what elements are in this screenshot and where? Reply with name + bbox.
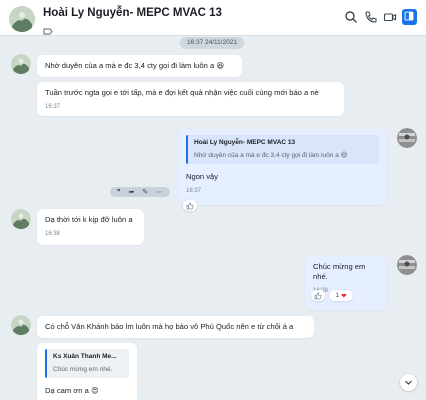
add-reaction-button[interactable] [183, 200, 197, 211]
phone-icon[interactable] [364, 10, 378, 24]
message-hover-actions: ❞ ➦ ✎ ⋯ [110, 187, 170, 197]
message-bubble-sent[interactable]: Chúc mừng em nhé. 16:38 [305, 256, 387, 310]
message-text: Ngon vậy [186, 172, 219, 181]
like-icon [186, 202, 194, 209]
message-text: Nhờ duyên của a mà e đc 3,4 cty gọi đi l… [45, 61, 215, 70]
message-text: Chúc mừng em nhé. [313, 262, 366, 281]
message-text: Tuần trước ngta gọi e tới tấp, mà e đợi … [45, 88, 319, 97]
quote-text: Chúc mừng em nhé. [53, 366, 113, 373]
label-icon[interactable] [43, 22, 53, 35]
message-list[interactable]: 16:37 24/11/2021 Nhờ duyên của a mà e đc… [0, 37, 426, 400]
message-bubble-received[interactable]: Dạ thời tới k kịp đỡ luôn a 16:38 [37, 209, 144, 245]
my-avatar[interactable] [397, 255, 417, 275]
message-time: 16:37 [186, 188, 202, 194]
quote-author: Ks Xuân Thanh Me... [53, 353, 117, 360]
message-time: 16:37 [45, 104, 61, 110]
reaction-count: 1 [335, 292, 340, 299]
message-time: 16:38 [45, 231, 61, 237]
contact-avatar[interactable] [9, 6, 35, 32]
reaction-summary[interactable]: 1 ❤ [329, 290, 353, 301]
message-text: Có chỗ Văn Khánh bảo lm luôn mà họ bảo v… [45, 322, 294, 331]
heart-icon: ❤ [341, 292, 347, 300]
message-text: Dạ thời tới k kịp đỡ luôn a [45, 215, 133, 224]
more-icon[interactable]: ⋯ [156, 188, 163, 196]
heart-eyes-emoji: 😍 [90, 386, 99, 395]
contact-avatar-small[interactable] [11, 209, 31, 229]
sidebar-toggle-icon[interactable] [402, 9, 417, 25]
like-icon [314, 292, 322, 299]
quote-icon[interactable]: ❞ [117, 188, 121, 196]
quote-author: Hoài Ly Nguyễn- MEPC MVAC 13 [194, 139, 296, 146]
contact-avatar-small[interactable] [11, 54, 31, 74]
message-bubble-received[interactable]: Có chỗ Văn Khánh bảo lm luôn mà họ bảo v… [37, 316, 314, 338]
add-reaction-button[interactable] [311, 290, 325, 301]
quoted-message[interactable]: Hoài Ly Nguyễn- MEPC MVAC 13 Nhờ duyên c… [186, 135, 379, 164]
message-bubble-received[interactable]: Ks Xuân Thanh Me... Chúc mừng em nhé. Dạ… [37, 343, 137, 400]
chevron-down-icon [405, 380, 412, 385]
scroll-to-bottom-button[interactable] [400, 374, 417, 391]
contact-avatar-small[interactable] [11, 315, 31, 335]
message-text: Dạ cam ơn a [45, 386, 89, 395]
quoted-message[interactable]: Ks Xuân Thanh Me... Chúc mừng em nhé. [45, 349, 129, 378]
message-bubble-received[interactable]: Tuần trước ngta gọi e tới tấp, mà e đợi … [37, 82, 344, 116]
video-call-icon[interactable] [383, 10, 397, 24]
date-separator: 16:37 24/11/2021 [180, 37, 244, 49]
search-icon[interactable] [344, 10, 358, 24]
my-avatar[interactable] [397, 128, 417, 148]
share-icon[interactable]: ➦ [129, 188, 135, 196]
chat-title[interactable]: Hoài Ly Nguyễn- MEPC MVAC 13 [43, 7, 222, 19]
message-bubble-received[interactable]: Nhờ duyên của a mà e đc 3,4 cty gọi đi l… [37, 55, 242, 77]
chat-header: Hoài Ly Nguyễn- MEPC MVAC 13 [0, 0, 426, 36]
quote-text: Nhờ duyên của a mà e đc 3,4 cty gọi đi l… [194, 152, 348, 159]
edit-icon[interactable]: ✎ [142, 188, 148, 196]
laughing-emoji: 😆 [216, 61, 225, 70]
message-bubble-sent[interactable]: Hoài Ly Nguyễn- MEPC MVAC 13 Nhờ duyên c… [178, 129, 387, 205]
